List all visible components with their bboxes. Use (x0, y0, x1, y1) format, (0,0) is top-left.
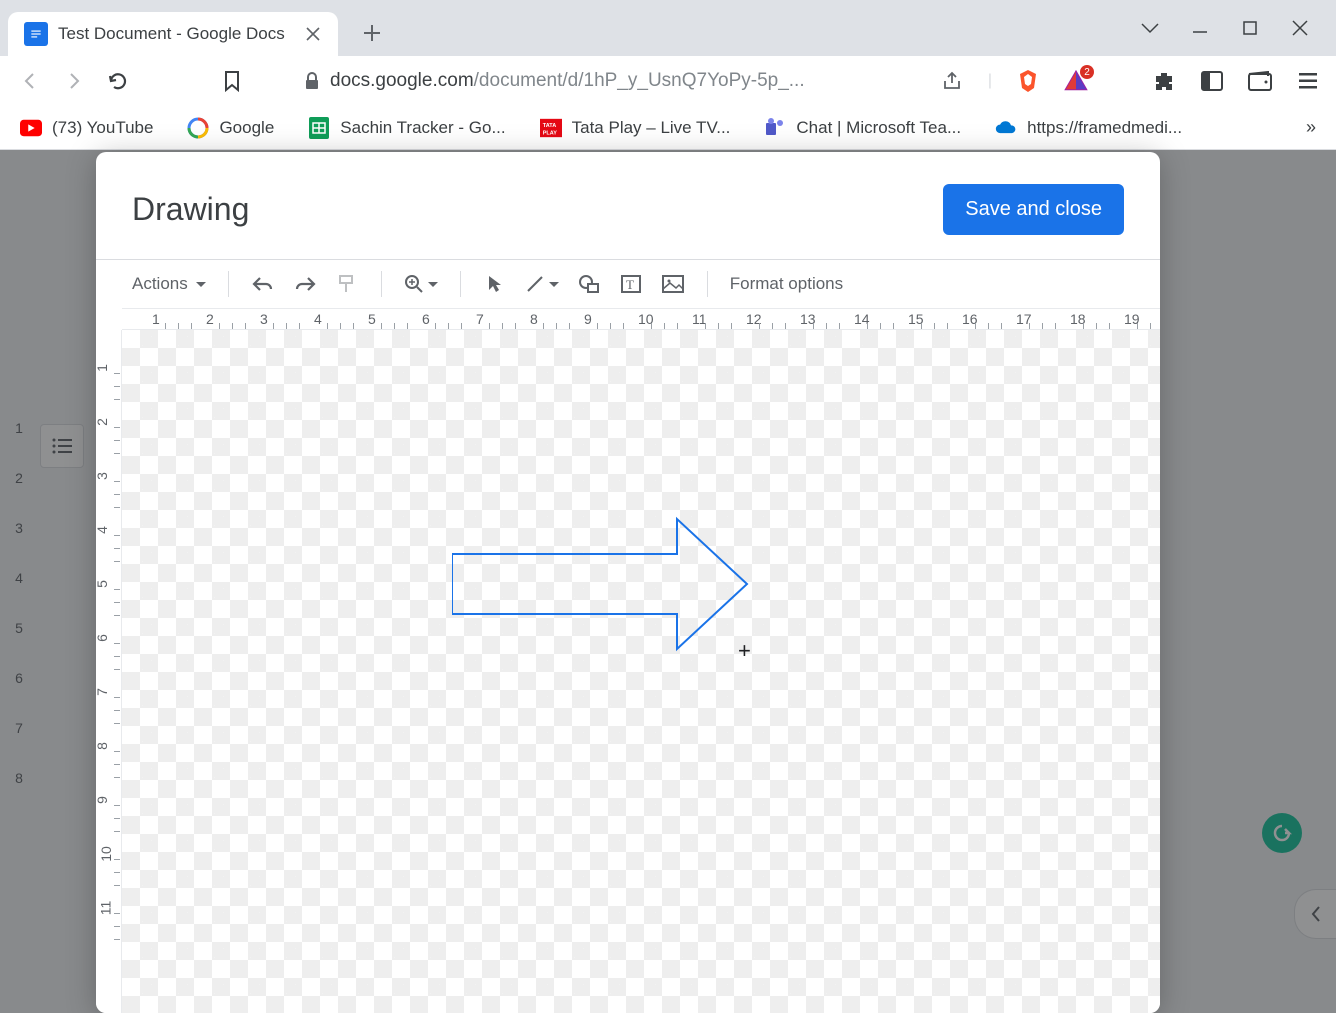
bookmarks-bar: (73) YouTube Google Sachin Tracker - Go.… (0, 106, 1336, 150)
notification-badge: 2 (1080, 65, 1094, 79)
tata-icon: TATAPLAY (540, 117, 562, 139)
textbox-tool[interactable]: T (615, 268, 647, 300)
vertical-ruler[interactable]: 1234567891011 (96, 330, 122, 1013)
modal-header: Drawing Save and close (96, 152, 1160, 259)
window-dropdown-icon[interactable] (1138, 16, 1162, 40)
menu-icon[interactable] (1296, 69, 1320, 93)
youtube-icon (20, 117, 42, 139)
bookmark-label: Sachin Tracker - Go... (340, 118, 505, 138)
url-text: docs.google.com/document/d/1hP_y_UsnQ7Yo… (330, 70, 805, 92)
shape-tool[interactable] (573, 268, 605, 300)
crosshair-cursor-icon: + (738, 638, 751, 664)
browser-chrome: Test Document - Google Docs docs.google.… (0, 0, 1336, 150)
modal-title: Drawing (132, 191, 249, 228)
nav-reload-button[interactable] (104, 67, 132, 95)
docs-favicon-icon (24, 22, 48, 46)
select-tool[interactable] (479, 268, 511, 300)
line-tool[interactable] (521, 268, 563, 300)
sheets-icon (308, 117, 330, 139)
window-maximize-icon[interactable] (1238, 16, 1262, 40)
drawing-canvas[interactable]: + (122, 330, 1160, 1013)
drawing-modal: Drawing Save and close Actions T Format … (96, 152, 1160, 1013)
share-icon[interactable] (940, 69, 964, 93)
svg-text:TATA: TATA (542, 123, 555, 129)
onedrive-icon (995, 117, 1017, 139)
address-bar[interactable]: docs.google.com/document/d/1hP_y_UsnQ7Yo… (302, 70, 805, 92)
bookmark-youtube[interactable]: (73) YouTube (20, 117, 153, 139)
bookmark-label: Tata Play – Live TV... (572, 118, 731, 138)
window-controls (1114, 0, 1336, 56)
image-tool[interactable] (657, 268, 689, 300)
brave-rewards-icon[interactable]: 2 (1064, 69, 1088, 93)
wallet-icon[interactable] (1248, 69, 1272, 93)
new-tab-button[interactable] (354, 15, 390, 51)
svg-text:T: T (626, 277, 634, 292)
bookmark-sheets[interactable]: Sachin Tracker - Go... (308, 117, 505, 139)
bookmark-framed[interactable]: https://framedmedi... (995, 117, 1182, 139)
actions-menu[interactable]: Actions (128, 268, 210, 300)
sidepanel-icon[interactable] (1200, 69, 1224, 93)
format-options-button[interactable]: Format options (726, 268, 847, 300)
bookmark-label: Chat | Microsoft Tea... (796, 118, 961, 138)
nav-forward-button[interactable] (60, 67, 88, 95)
paint-format-button[interactable] (331, 268, 363, 300)
window-close-icon[interactable] (1288, 16, 1312, 40)
horizontal-ruler[interactable]: 12345678910111213141516171819 (122, 308, 1160, 330)
bookmarks-overflow-icon[interactable]: » (1306, 117, 1316, 138)
bookmark-label: https://framedmedi... (1027, 118, 1182, 138)
bookmark-label: Google (219, 118, 274, 138)
arrow-shape[interactable] (452, 514, 752, 664)
bookmark-label: (73) YouTube (52, 118, 153, 138)
bookmark-page-icon[interactable] (218, 67, 246, 95)
bookmark-tata[interactable]: TATAPLAY Tata Play – Live TV... (540, 117, 731, 139)
zoom-button[interactable] (400, 268, 442, 300)
nav-back-button[interactable] (16, 67, 44, 95)
bookmark-google[interactable]: Google (187, 117, 274, 139)
tab-close-icon[interactable] (304, 25, 322, 43)
teams-icon (764, 117, 786, 139)
address-bar-row: docs.google.com/document/d/1hP_y_UsnQ7Yo… (0, 56, 1336, 106)
save-and-close-button[interactable]: Save and close (943, 184, 1124, 235)
svg-text:PLAY: PLAY (542, 130, 556, 136)
browser-tab[interactable]: Test Document - Google Docs (8, 12, 338, 56)
brave-icon[interactable] (1016, 69, 1040, 93)
extensions-icon[interactable] (1152, 69, 1176, 93)
lock-icon (302, 71, 322, 91)
google-icon (187, 117, 209, 139)
bookmark-teams[interactable]: Chat | Microsoft Tea... (764, 117, 961, 139)
window-minimize-icon[interactable] (1188, 16, 1212, 40)
redo-button[interactable] (289, 268, 321, 300)
undo-button[interactable] (247, 268, 279, 300)
tab-strip: Test Document - Google Docs (0, 0, 1336, 56)
tab-title: Test Document - Google Docs (58, 24, 294, 44)
drawing-toolbar: Actions T Format options (96, 260, 1160, 308)
